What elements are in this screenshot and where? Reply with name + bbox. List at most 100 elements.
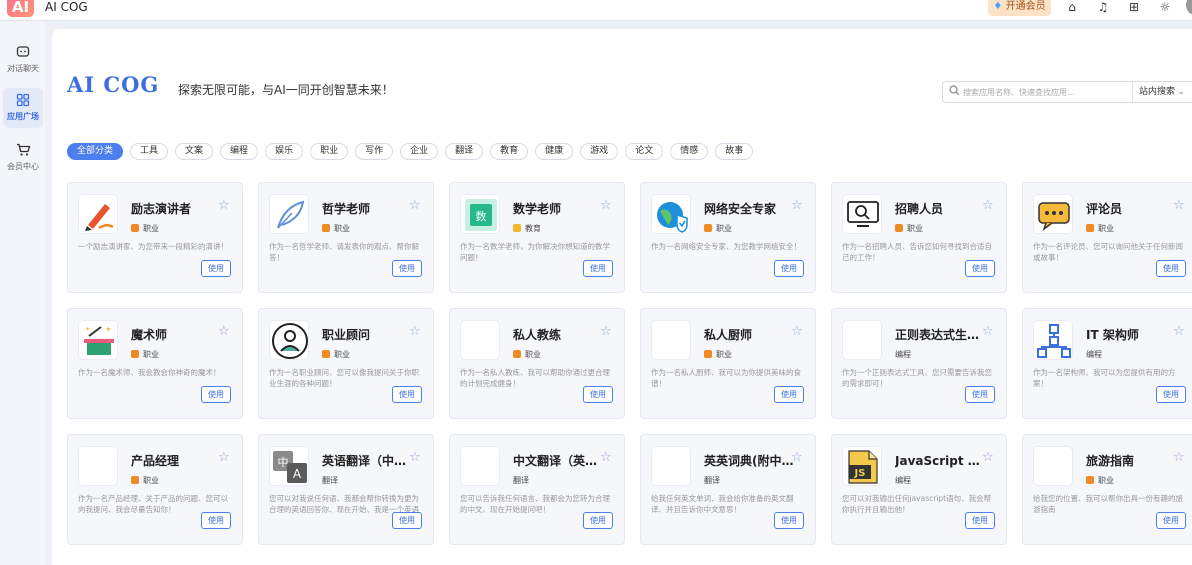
app-card[interactable]: 英英词典(附中文解释)☆翻译给我任何英文单词、我会给你准备的英文翻译、并且告诉你… — [640, 434, 816, 545]
svg-text:JS: JS — [854, 468, 866, 479]
app-card[interactable]: 网络安全专家 ☆ 职业 作为一名网络安全专家、为您教学网络安全！ 使用 — [640, 182, 816, 293]
category-chip-health[interactable]: 健康 — [535, 143, 574, 160]
star-icon[interactable]: ☆ — [600, 199, 612, 213]
card-tag-label: 职业 — [1098, 224, 1114, 233]
star-icon[interactable]: ☆ — [982, 451, 994, 465]
tag-color-dot — [1086, 224, 1094, 232]
app-card[interactable]: 私人厨师 ☆ 职业 作为一名私人厨师、我可以为你提供美味的食谱！ 使用 — [640, 308, 816, 419]
app-card[interactable]: 中文翻译（英译中）☆翻译您可以告诉我任何语言、我都会为您转为合理的中文、现在开始… — [449, 434, 625, 545]
use-button[interactable]: 使用 — [1156, 260, 1186, 277]
use-button[interactable]: 使用 — [1156, 512, 1186, 529]
star-icon[interactable]: ☆ — [1173, 451, 1185, 465]
category-chip-games[interactable]: 游戏 — [580, 143, 619, 160]
tag-color-dot — [131, 476, 139, 484]
star-icon[interactable]: ☆ — [218, 199, 230, 213]
category-chip-story[interactable]: 故事 — [715, 143, 754, 160]
star-icon[interactable]: ☆ — [1173, 325, 1185, 339]
app-card[interactable]: 产品经理 ☆ 职业 作为一名产品经理、关于产品的问题、您可以向我提问、我会尽量告知你！… — [67, 434, 243, 545]
card-title: 私人厨师 — [704, 328, 753, 342]
star-icon[interactable]: ☆ — [409, 199, 421, 213]
app-logo[interactable]: AI — [7, 0, 34, 17]
use-button[interactable]: 使用 — [1156, 386, 1186, 403]
js-file-icon: JS — [842, 446, 882, 486]
gift-icon[interactable]: ⊞ — [1125, 0, 1143, 15]
category-chip-all[interactable]: 全部分类 — [67, 143, 124, 160]
card-tag-label: 编程 — [895, 476, 911, 485]
use-button[interactable]: 使用 — [201, 512, 231, 529]
star-icon[interactable]: ☆ — [791, 199, 803, 213]
app-card[interactable]: 正则表达式生成器 ☆ 编程 作为一个正则表达式工具、您只需要告诉我您的需求即可！ 使用 — [831, 308, 1007, 419]
category-chip-career[interactable]: 职业 — [310, 143, 349, 160]
card-title: 中文翻译（英译中） — [513, 454, 603, 468]
app-card[interactable]: 私人教练 ☆ 职业 作为一名私人教练、我可以帮助你通过更合理的计划完成健身！ 使用 — [449, 308, 625, 419]
star-icon[interactable]: ☆ — [982, 199, 994, 213]
tag-color-dot — [322, 350, 330, 358]
use-button[interactable]: 使用 — [392, 386, 422, 403]
card-tag-label: 职业 — [143, 224, 159, 233]
use-button[interactable]: 使用 — [965, 512, 995, 529]
star-icon[interactable]: ☆ — [218, 451, 230, 465]
svg-text:✦: ✦ — [105, 325, 112, 334]
use-button[interactable]: 使用 — [583, 260, 613, 277]
star-icon[interactable]: ☆ — [600, 325, 612, 339]
app-card[interactable]: 中A英语翻译（中英互译）☆翻译您可以对我说任何语、我都会帮你转换为更为合理的英语… — [258, 434, 434, 545]
category-chip-translation[interactable]: 翻译 — [445, 143, 484, 160]
star-icon[interactable]: ☆ — [791, 325, 803, 339]
star-icon[interactable]: ☆ — [982, 325, 994, 339]
sidebar-item-chat[interactable]: 对话聊天 — [3, 40, 43, 80]
app-card[interactable]: 数数学老师 ☆ 教育 作为一名数学老师，为你解决你想知道的数学问题！ 使用 — [449, 182, 625, 293]
category-chip-enterprise[interactable]: 企业 — [400, 143, 439, 160]
star-icon[interactable]: ☆ — [409, 451, 421, 465]
star-icon[interactable]: ☆ — [791, 451, 803, 465]
tag-color-dot — [513, 350, 521, 358]
tag-color-dot — [513, 224, 521, 232]
use-button[interactable]: 使用 — [392, 512, 422, 529]
category-chip-papers[interactable]: 论文 — [625, 143, 664, 160]
card-title: 招聘人员 — [895, 202, 944, 216]
app-card[interactable]: JSJavaScript 控制台☆编程您可以对我输出任何javascript语句… — [831, 434, 1007, 545]
app-card[interactable]: IT 架构师 ☆ 编程 作为一名架构师、我可以为您提供有用的方案！ 使用 — [1022, 308, 1192, 419]
category-chip-emotion[interactable]: 情感 — [670, 143, 709, 160]
category-chip-writing[interactable]: 写作 — [355, 143, 394, 160]
category-chip-programming[interactable]: 编程 — [220, 143, 259, 160]
use-button[interactable]: 使用 — [583, 386, 613, 403]
store-icon[interactable]: ⌂ — [1063, 0, 1081, 15]
avatar[interactable] — [1186, 0, 1192, 14]
use-button[interactable]: 使用 — [201, 386, 231, 403]
app-card[interactable]: 哲学老师 ☆ 职业 作为一名哲学老师、请发表你的观点、帮你解答！ 使用 — [258, 182, 434, 293]
app-card[interactable]: 评论员 ☆ 职业 作为一名评论员、您可以询问他关于任何新闻或故事！ 使用 — [1022, 182, 1192, 293]
category-chip-copywriting[interactable]: 文案 — [175, 143, 214, 160]
category-chip-tools[interactable]: 工具 — [130, 143, 169, 160]
blank-icon — [651, 446, 691, 486]
category-chip-education[interactable]: 教育 — [490, 143, 529, 160]
use-button[interactable]: 使用 — [965, 260, 995, 277]
star-icon[interactable]: ☆ — [409, 325, 421, 339]
use-button[interactable]: 使用 — [201, 260, 231, 277]
app-card[interactable]: 职业顾问 ☆ 职业 作为一名职业顾问、您可以像我提问关于你职业生涯的各种问题！ 使用 — [258, 308, 434, 419]
category-chip-entertainment[interactable]: 娱乐 — [265, 143, 304, 160]
use-button[interactable]: 使用 — [774, 260, 804, 277]
search-scope-select[interactable]: 站内搜索 ⌄ — [1139, 82, 1185, 102]
app-card[interactable]: 励志演讲者 ☆ 职业 一个励志演讲家、为您带来一段精彩的演讲！ 使用 — [67, 182, 243, 293]
use-button[interactable]: 使用 — [774, 512, 804, 529]
app-card[interactable]: 旅游指南 ☆ 职业 给我您的位置、我可以帮你出具一份有趣的旅游指南 使用 — [1022, 434, 1192, 545]
app-card[interactable]: ✦ ✦ 魔术师 ☆ 职业 作为一名魔术师、我会教会你神奇的魔术！ 使用 — [67, 308, 243, 419]
sun-icon[interactable]: ☼ — [1156, 0, 1174, 15]
svg-text:A: A — [293, 467, 302, 481]
use-button[interactable]: 使用 — [392, 260, 422, 277]
app-card[interactable]: 招聘人员 ☆ 职业 作为一名招聘人员、告诉您如何寻找到合适自己的工作！ 使用 — [831, 182, 1007, 293]
sidebar-item-app-square[interactable]: 应用广场 — [3, 88, 43, 128]
star-icon[interactable]: ☆ — [1173, 199, 1185, 213]
sidebar: 对话聊天 应用广场 会员中心 — [0, 22, 45, 565]
bell-icon[interactable]: ♫ — [1094, 0, 1112, 15]
sidebar-item-member-center[interactable]: 会员中心 — [3, 138, 43, 178]
use-button[interactable]: 使用 — [774, 386, 804, 403]
grid-icon — [3, 93, 43, 109]
search-input[interactable] — [963, 84, 1131, 100]
star-icon[interactable]: ☆ — [600, 451, 612, 465]
blank-icon — [1033, 446, 1073, 486]
use-button[interactable]: 使用 — [965, 386, 995, 403]
star-icon[interactable]: ☆ — [218, 325, 230, 339]
use-button[interactable]: 使用 — [583, 512, 613, 529]
vip-button[interactable]: ♦ 开通会员 — [988, 0, 1051, 16]
